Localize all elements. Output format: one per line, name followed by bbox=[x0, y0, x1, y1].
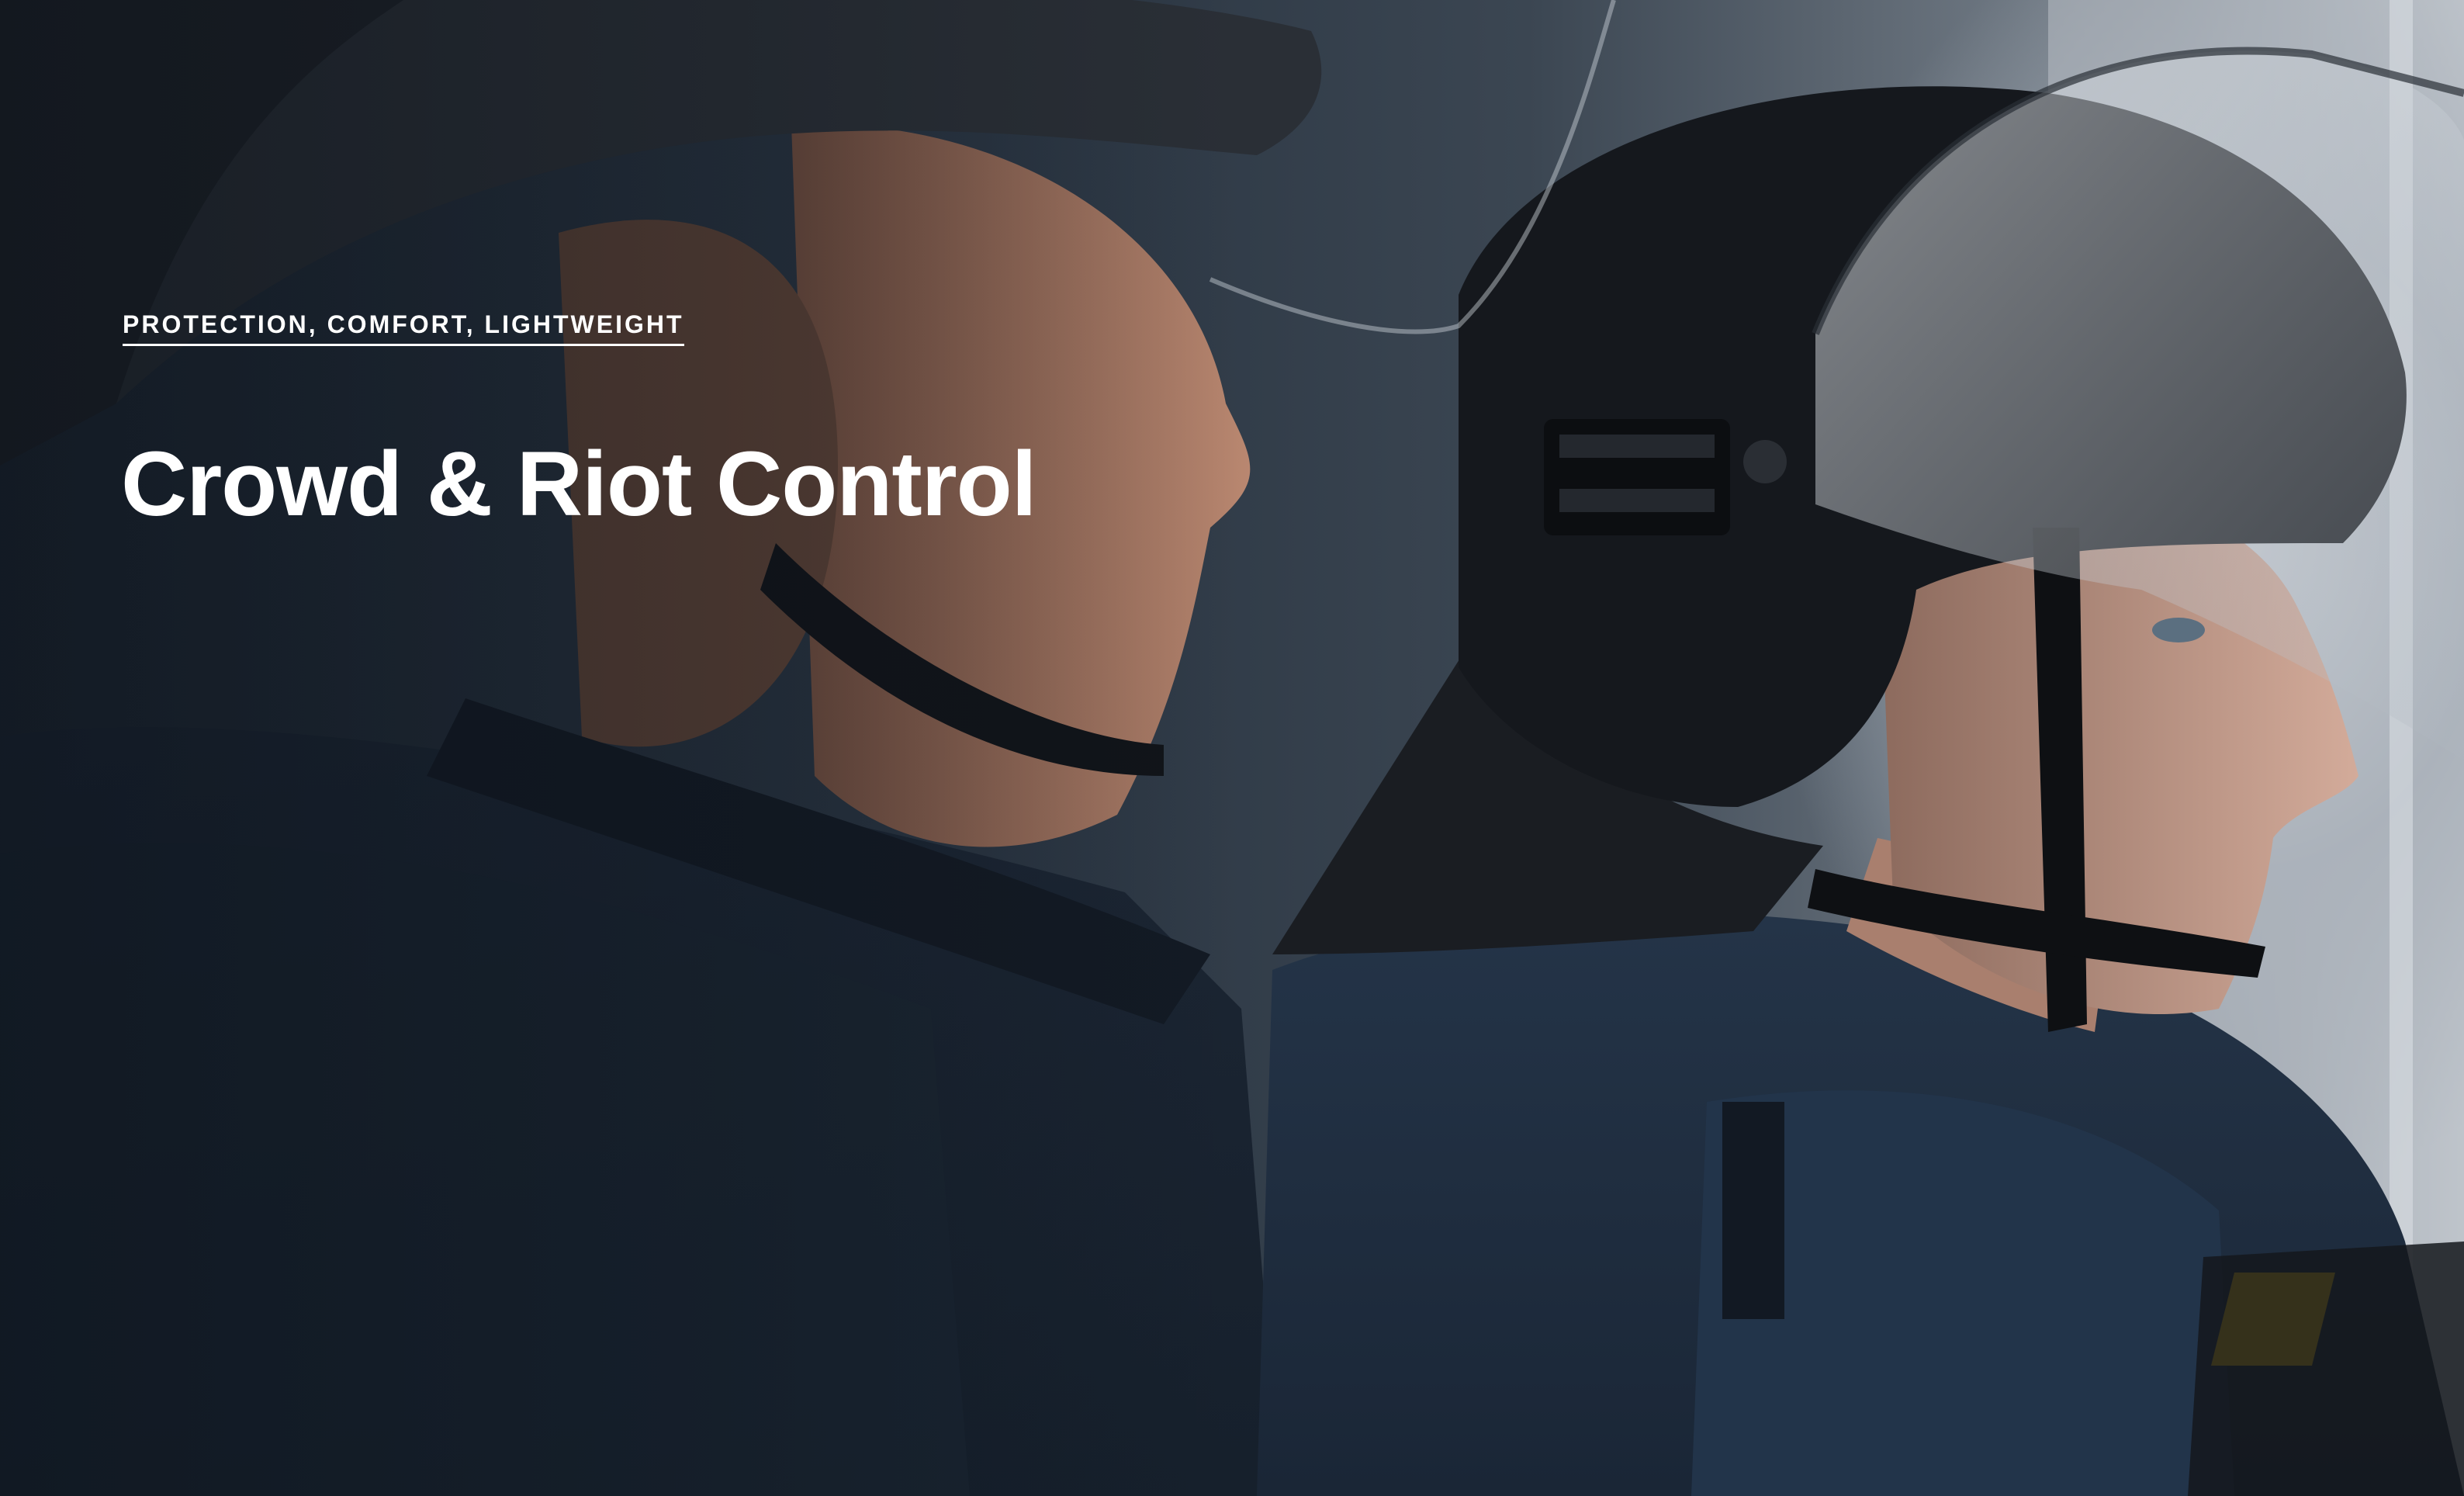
text-contrast-overlay bbox=[0, 0, 1241, 1496]
hero-title: Crowd & Riot Control bbox=[121, 433, 1036, 535]
hero-eyebrow: PROTECTION, COMFORT, LIGHTWEIGHT bbox=[123, 310, 684, 346]
hero-banner: PROTECTION, COMFORT, LIGHTWEIGHT Crowd &… bbox=[0, 0, 2464, 1496]
